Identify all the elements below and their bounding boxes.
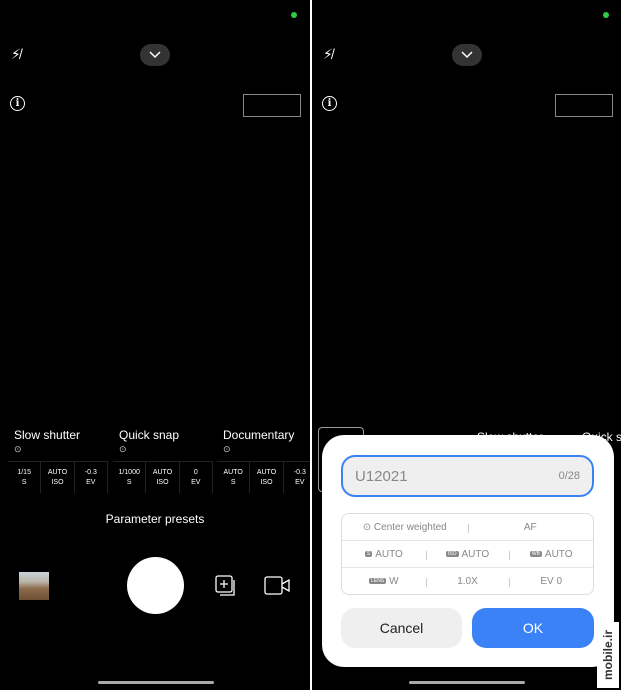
preset-edit-dialog: U12021 0/28 ⊙ Center weighted AF S AUTO I… [322,435,614,667]
shutter-icon: S [364,550,373,557]
preset-value: -0.3 EV [75,462,108,493]
watermark: mobile.ir [597,622,619,688]
preset-value: AUTO ISO [146,462,180,493]
home-indicator[interactable] [98,681,214,684]
preset-settings-icon[interactable]: ⊙ [113,444,213,455]
privacy-indicator [291,12,297,18]
home-indicator[interactable] [409,681,525,684]
iso-icon: ISO [445,550,459,557]
expand-chevron-button[interactable] [140,44,170,66]
metering-value: Center weighted [373,521,447,533]
preview-frame [243,94,301,117]
preset-value: 1/15 S [8,462,42,493]
preset-name: Documentary [223,428,295,442]
preset-settings-summary: ⊙ Center weighted AF S AUTO ISO AUTO WB AUT… [341,513,594,595]
preset-value: 1/1000 S [113,462,147,493]
preset-value: 0 EV [180,462,213,493]
preset-name: Slow shutter [14,428,81,442]
info-icon[interactable]: i [10,96,25,111]
preview-frame [555,94,613,117]
preset-settings-icon[interactable]: ⊙ [8,444,108,455]
preset-card-slow-shutter[interactable]: Slow shutter ⊙ 1/15 S AUTO ISO -0.3 EV [8,428,108,493]
privacy-indicator [603,12,609,18]
ev-value: EV 0 [540,576,563,587]
preset-value: AUTO S [217,462,251,493]
lens-value: W [389,576,399,587]
preset-name-input[interactable]: U12021 0/28 [341,455,594,497]
flash-off-icon[interactable]: ⚡̸ [11,46,21,63]
zoom-value: 1.0X [457,576,478,587]
preset-value: -0.3 EV [284,462,310,493]
expand-chevron-button[interactable] [452,44,482,66]
preset-name: Quick snap [119,428,180,442]
preset-settings-icon[interactable]: ⊙ [217,444,310,455]
gallery-thumbnail[interactable] [19,572,49,600]
preset-name-value: U12021 [355,467,408,485]
add-preset-icon[interactable] [215,575,239,602]
video-mode-icon[interactable] [264,576,292,601]
preset-card-documentary[interactable]: Documentary ⊙ AUTO S AUTO ISO -0.3 EV [217,428,310,493]
info-icon[interactable]: i [322,96,337,111]
iso-value: AUTO [461,548,490,560]
parameter-presets-label: Parameter presets [105,512,205,526]
char-counter: 0/28 [558,470,580,482]
shutter-button[interactable] [127,557,184,614]
wb-value: AUTO [544,548,573,560]
ok-button[interactable]: OK [472,608,594,648]
preset-card-quick-snap[interactable]: Quick snap ⊙ 1/1000 S AUTO ISO 0 EV [113,428,213,493]
cancel-button[interactable]: Cancel [341,608,462,648]
lens-icon: LENS [369,578,387,585]
camera-screen-right: ⚡̸ i Slow shutter Quick sn U12021 0/28 ⊙… [312,0,621,690]
wb-icon: WB [529,550,542,557]
flash-off-icon[interactable]: ⚡̸ [323,46,333,63]
focus-value: AF [523,521,537,533]
camera-screen-left: ⚡̸ i Slow shutter ⊙ 1/15 S AUTO ISO -0.3 EV… [0,0,310,690]
preset-value: AUTO ISO [250,462,284,493]
preset-value: AUTO ISO [41,462,75,493]
shutter-value: AUTO [375,548,403,560]
metering-icon: ⊙ [362,521,374,533]
